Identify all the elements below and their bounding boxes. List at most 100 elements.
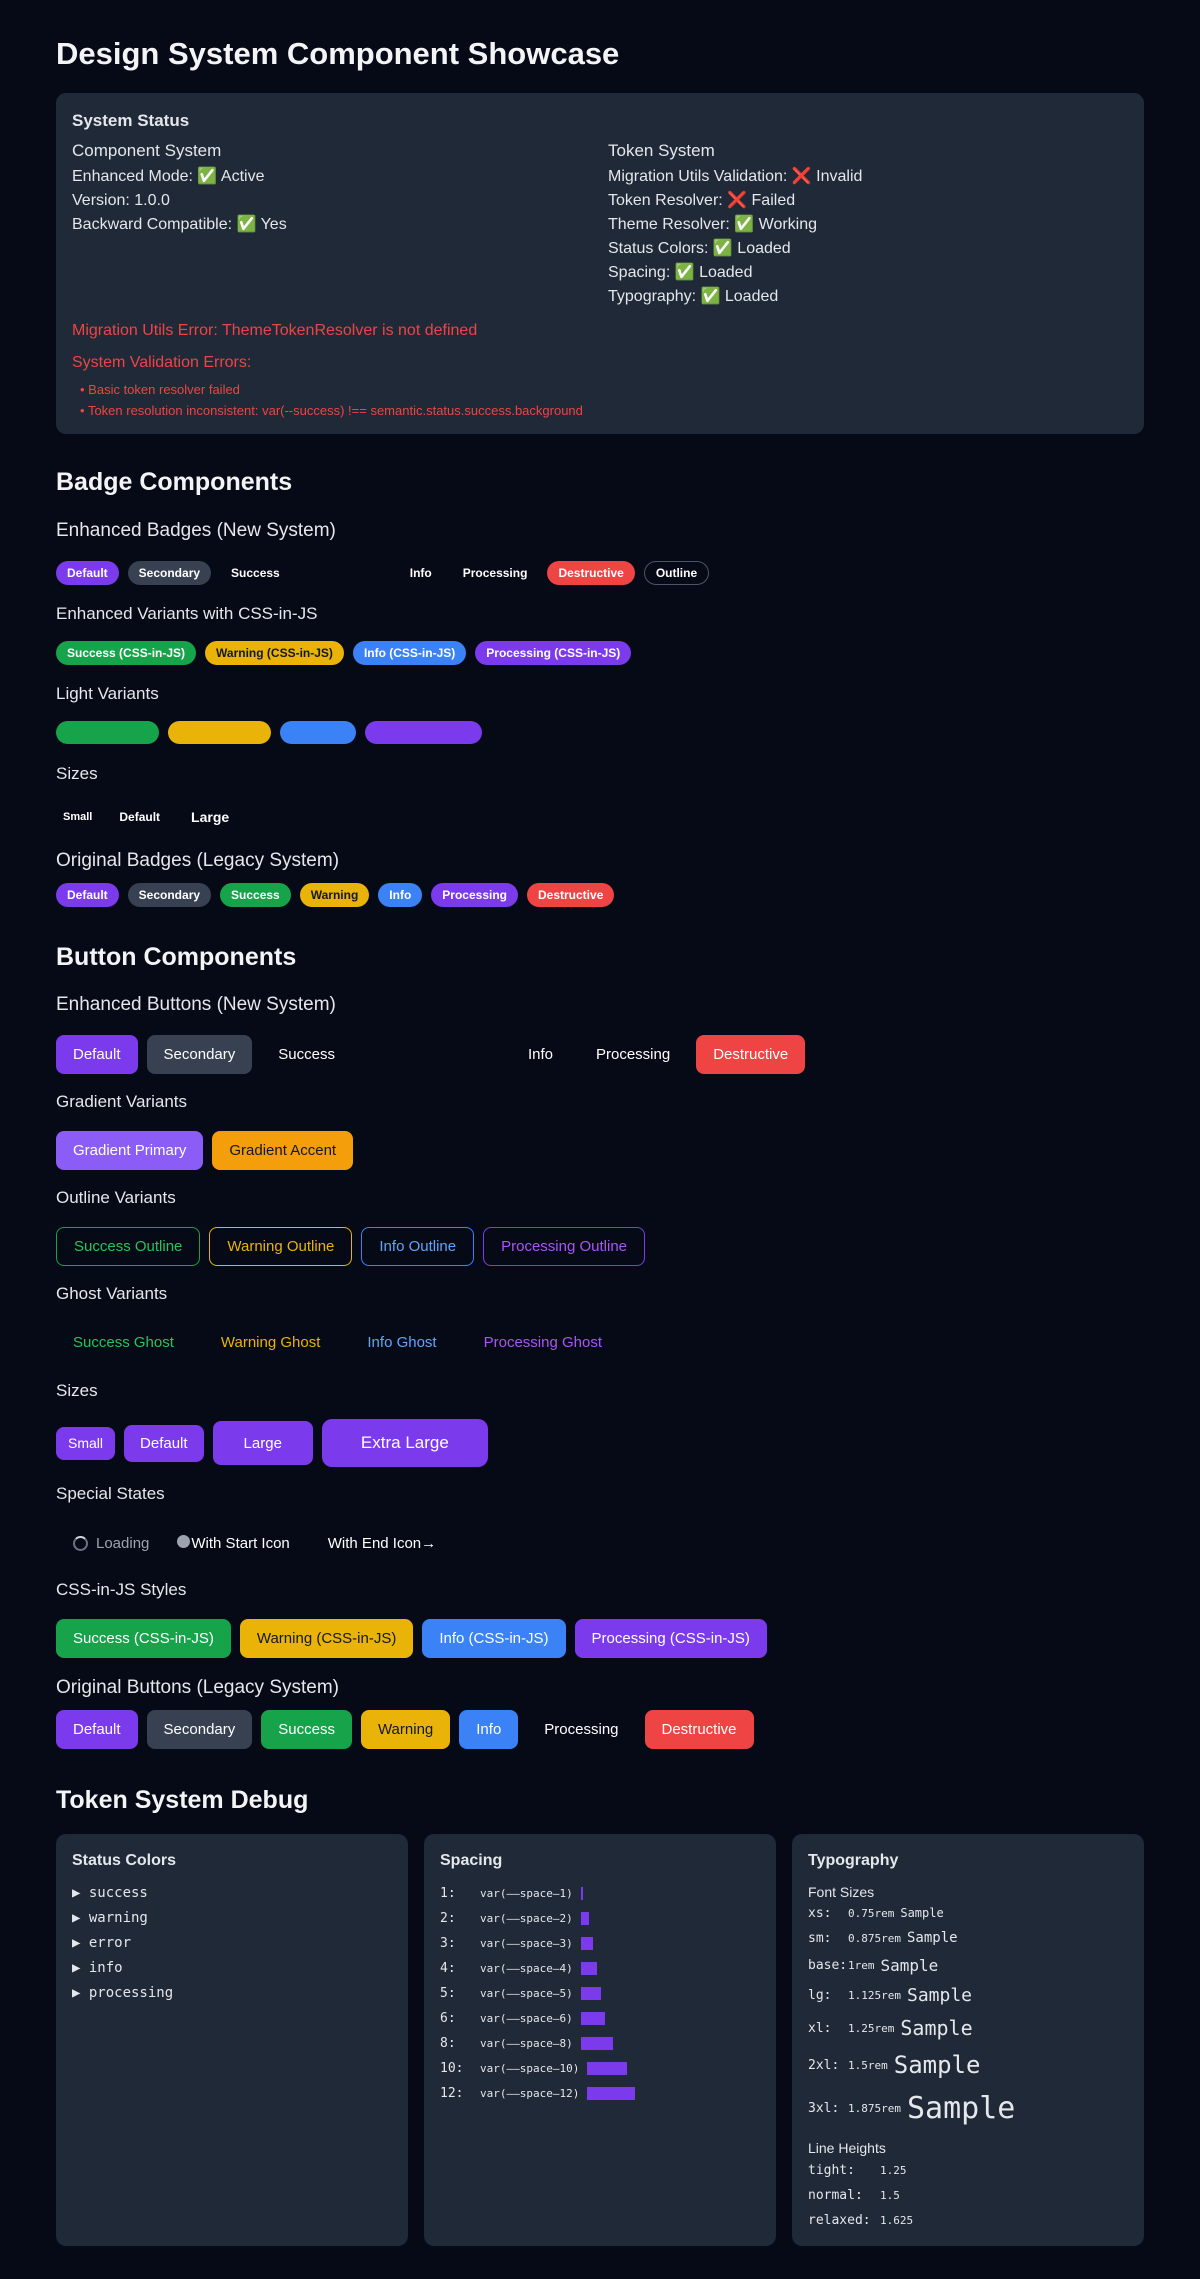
- spacing-bar: [580, 1887, 583, 1900]
- component-system-panel: Component System Enhanced Mode: ✅ Active…: [72, 141, 572, 237]
- default-button[interactable]: Default: [56, 1035, 138, 1074]
- info-ghost-button[interactable]: Info Ghost: [350, 1323, 453, 1362]
- processing-css-button[interactable]: Processing (CSS-in-JS): [574, 1619, 767, 1658]
- legacy-success-button[interactable]: Success: [261, 1710, 352, 1749]
- legacy-buttons-row: Default Secondary Success Warning Info P…: [56, 1710, 763, 1749]
- validation-error-item: • Basic token resolver failed: [80, 382, 240, 397]
- legacy-info-button[interactable]: Info: [459, 1710, 519, 1749]
- status-line: Migration Utils Validation: ❌ Invalid: [608, 168, 863, 185]
- info-outline-button[interactable]: Info Outline: [361, 1227, 475, 1266]
- enhanced-buttons-row: Default Secondary Success Info Processin…: [56, 1035, 814, 1074]
- loading-label: Loading: [96, 1535, 150, 1552]
- special-states-heading: Special States: [56, 1484, 165, 1503]
- success-css-button[interactable]: Success (CSS-in-JS): [56, 1619, 231, 1658]
- font-size-row: lg: 1.125rem Sample: [808, 1984, 973, 2006]
- search-icon: [177, 1535, 191, 1548]
- legacy-buttons-heading: Original Buttons (Legacy System): [56, 1677, 340, 1698]
- destructive-button[interactable]: Destructive: [696, 1035, 806, 1074]
- badge-default: Default: [56, 561, 119, 585]
- enhanced-buttons-heading: Enhanced Buttons (New System): [56, 994, 336, 1015]
- legacy-warning-button[interactable]: Warning: [360, 1710, 451, 1749]
- button-sizes-row: Small Default Large Extra Large: [56, 1419, 497, 1467]
- status-line: Typography: ✅ Loaded: [608, 288, 779, 305]
- warning-css-button[interactable]: Warning (CSS-in-JS): [239, 1619, 414, 1658]
- secondary-button[interactable]: Secondary: [146, 1035, 253, 1074]
- spacing-row: 8: var(––space–8): [440, 2031, 635, 2056]
- spacing-row: 1: var(––space–1): [440, 1881, 635, 1906]
- legacy-secondary-button[interactable]: Secondary: [146, 1710, 253, 1749]
- spacing-row: 10: var(––space–10): [440, 2056, 635, 2081]
- processing-button[interactable]: Processing: [579, 1035, 687, 1074]
- info-button[interactable]: Info: [511, 1035, 570, 1074]
- button-section-heading: Button Components: [56, 943, 297, 971]
- page-title: Design System Component Showcase: [56, 36, 620, 71]
- success-outline-button[interactable]: Success Outline: [56, 1227, 201, 1266]
- migration-error: Migration Utils Error: ThemeTokenResolve…: [72, 322, 478, 339]
- legacy-badge-success: Success: [220, 883, 291, 907]
- status-color-item[interactable]: ▶ info: [72, 1956, 173, 1981]
- loading-button[interactable]: Loading: [56, 1524, 166, 1563]
- badge-default-size: Default: [119, 810, 161, 824]
- default-size-button[interactable]: Default: [124, 1424, 204, 1462]
- status-color-item[interactable]: ▶ error: [72, 1931, 173, 1956]
- validation-errors-list: • Basic token resolver failed • Token re…: [80, 379, 583, 421]
- spacing-bar: [580, 1937, 593, 1950]
- start-icon-button[interactable]: With Start Icon: [175, 1524, 306, 1563]
- status-color-item[interactable]: ▶ processing: [72, 1981, 173, 2006]
- font-sizes-list: xs: 0.75rem Sample sm: 0.875rem Sample bas…: [808, 1901, 1015, 2131]
- legacy-badges-heading: Original Badges (Legacy System): [56, 850, 340, 871]
- spacing-row: 2: var(––space–2): [440, 1906, 635, 1931]
- legacy-destructive-button[interactable]: Destructive: [644, 1710, 754, 1749]
- spacing-row: 12: var(––space–12): [440, 2081, 636, 2106]
- gradient-variants-heading: Gradient Variants: [56, 1092, 188, 1111]
- css-in-js-buttons-row: Success (CSS-in-JS) Warning (CSS-in-JS) …: [56, 1619, 776, 1658]
- line-height-row: normal: 1.5: [808, 2188, 900, 2203]
- line-height-row: tight: 1.25: [808, 2163, 907, 2178]
- button-sizes-heading: Sizes: [56, 1381, 98, 1400]
- spacing-bar: [580, 2012, 605, 2025]
- gradient-buttons-row: Gradient Primary Gradient Accent: [56, 1131, 362, 1170]
- typography-heading: Typography: [808, 1852, 899, 1869]
- success-button[interactable]: Success: [261, 1035, 352, 1074]
- status-colors-card: Status Colors ▶ success ▶ warning ▶ erro…: [56, 1834, 408, 2246]
- status-line: Token Resolver: ❌ Failed: [608, 192, 796, 209]
- badge-destructive: Destructive: [547, 561, 635, 585]
- font-size-row: 2xl: 1.5rem Sample: [808, 2051, 981, 2079]
- legacy-default-button[interactable]: Default: [56, 1710, 138, 1749]
- warning-outline-button[interactable]: Warning Outline: [209, 1227, 353, 1266]
- light-badge-warning: [168, 721, 271, 744]
- spacing-row: 4: var(––space–4): [440, 1956, 635, 1981]
- outline-variants-heading: Outline Variants: [56, 1188, 176, 1207]
- status-line: Enhanced Mode: ✅ Active: [72, 168, 265, 185]
- enhanced-badges-row: Default Secondary Success Info Processin…: [56, 561, 718, 585]
- large-button[interactable]: Large: [212, 1421, 313, 1465]
- legacy-processing-button[interactable]: Processing: [527, 1710, 635, 1749]
- status-line: Theme Resolver: ✅ Working: [608, 216, 818, 233]
- enhanced-badges-heading: Enhanced Badges (New System): [56, 520, 336, 541]
- ghost-variants-heading: Ghost Variants: [56, 1284, 168, 1303]
- status-color-item[interactable]: ▶ success: [72, 1881, 173, 1906]
- badge-success: Success: [231, 566, 280, 580]
- font-size-row: base: 1rem Sample: [808, 1955, 939, 1975]
- badge-processing: Processing: [462, 566, 528, 580]
- light-badge-info: [280, 721, 356, 744]
- processing-ghost-button[interactable]: Processing Ghost: [467, 1323, 619, 1362]
- legacy-badge-warning: Warning: [299, 883, 370, 907]
- badge-sizes-row: Small Default Large: [56, 805, 249, 829]
- gradient-primary-button[interactable]: Gradient Primary: [56, 1131, 204, 1170]
- badge-large: Large: [191, 809, 230, 825]
- success-ghost-button[interactable]: Success Ghost: [56, 1323, 191, 1362]
- small-button[interactable]: Small: [56, 1426, 116, 1460]
- component-system-heading: Component System: [72, 141, 222, 160]
- gradient-accent-button[interactable]: Gradient Accent: [212, 1131, 354, 1170]
- processing-outline-button[interactable]: Processing Outline: [483, 1227, 646, 1266]
- extra-large-button[interactable]: Extra Large: [321, 1419, 488, 1467]
- legacy-badge-default: Default: [56, 883, 119, 907]
- info-css-button[interactable]: Info (CSS-in-JS): [422, 1619, 566, 1658]
- status-color-item[interactable]: ▶ warning: [72, 1906, 173, 1931]
- status-colors-list: ▶ success ▶ warning ▶ error ▶ info ▶ pro…: [72, 1881, 173, 2006]
- font-size-row: 3xl: 1.875rem Sample: [808, 2090, 1016, 2126]
- end-icon-button[interactable]: With End Icon→: [316, 1524, 453, 1563]
- warning-ghost-button[interactable]: Warning Ghost: [204, 1323, 338, 1362]
- spacing-bar: [580, 2037, 613, 2050]
